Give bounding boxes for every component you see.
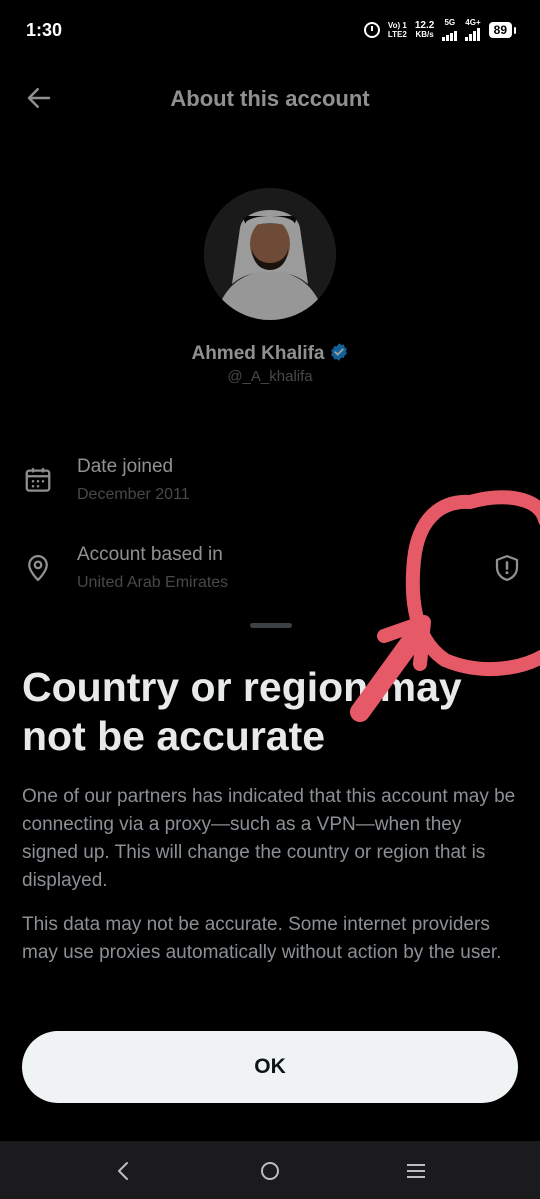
based-in-value: United Arab Emirates (77, 574, 229, 591)
profile-name: Ahmed Khalifa (191, 343, 325, 364)
date-joined-value: December 2011 (77, 486, 190, 503)
avatar-image (204, 188, 336, 320)
based-in-label: Account based in (77, 544, 223, 565)
ok-button[interactable]: OK (22, 1031, 518, 1103)
profile-handle: @_A_khalifa (227, 368, 313, 385)
signal-bars-icon (442, 27, 458, 41)
sheet-paragraph-1: One of our partners has indicated that t… (22, 786, 516, 891)
nav-menu-icon[interactable] (404, 1159, 428, 1183)
alarm-icon (363, 21, 380, 38)
profile-name-row: Ahmed Khalifa (0, 342, 540, 365)
status-time: 1:30 (26, 20, 63, 40)
status-icons: Vo) 1 LTE2 12.2 KB/s 5G 4G+ 89 (363, 18, 517, 41)
calendar-icon (25, 468, 51, 492)
bottom-sheet: Country or region may not be accurate On… (0, 605, 540, 1141)
date-joined-label: Date joined (77, 456, 174, 477)
sheet-paragraph-2: This data may not be accurate. Some inte… (22, 914, 502, 963)
avatar[interactable] (204, 188, 336, 320)
sheet-grabber[interactable] (250, 623, 292, 628)
signal-bars-icon (465, 27, 481, 41)
location-pin-icon (28, 555, 48, 582)
battery-indicator: 89 (488, 21, 517, 38)
network-speed: 12.2 KB/s (414, 19, 435, 39)
verified-badge-icon (330, 343, 347, 361)
system-nav-bar (0, 1141, 540, 1199)
sheet-title: Country or region may not be accurate (22, 664, 462, 759)
shield-alert-icon[interactable] (492, 553, 522, 583)
nav-back-icon[interactable] (112, 1159, 136, 1183)
page-title: About this account (170, 86, 370, 111)
volte-indicator: Vo) 1 LTE2 (387, 20, 407, 39)
signal-4g: 4G+ (465, 18, 481, 41)
status-bar: 1:30 Vo) 1 LTE2 12.2 KB/s 5G 4G+ 89 (0, 0, 540, 60)
nav-home-icon[interactable] (258, 1159, 282, 1183)
signal-5g: 5G (442, 18, 458, 41)
